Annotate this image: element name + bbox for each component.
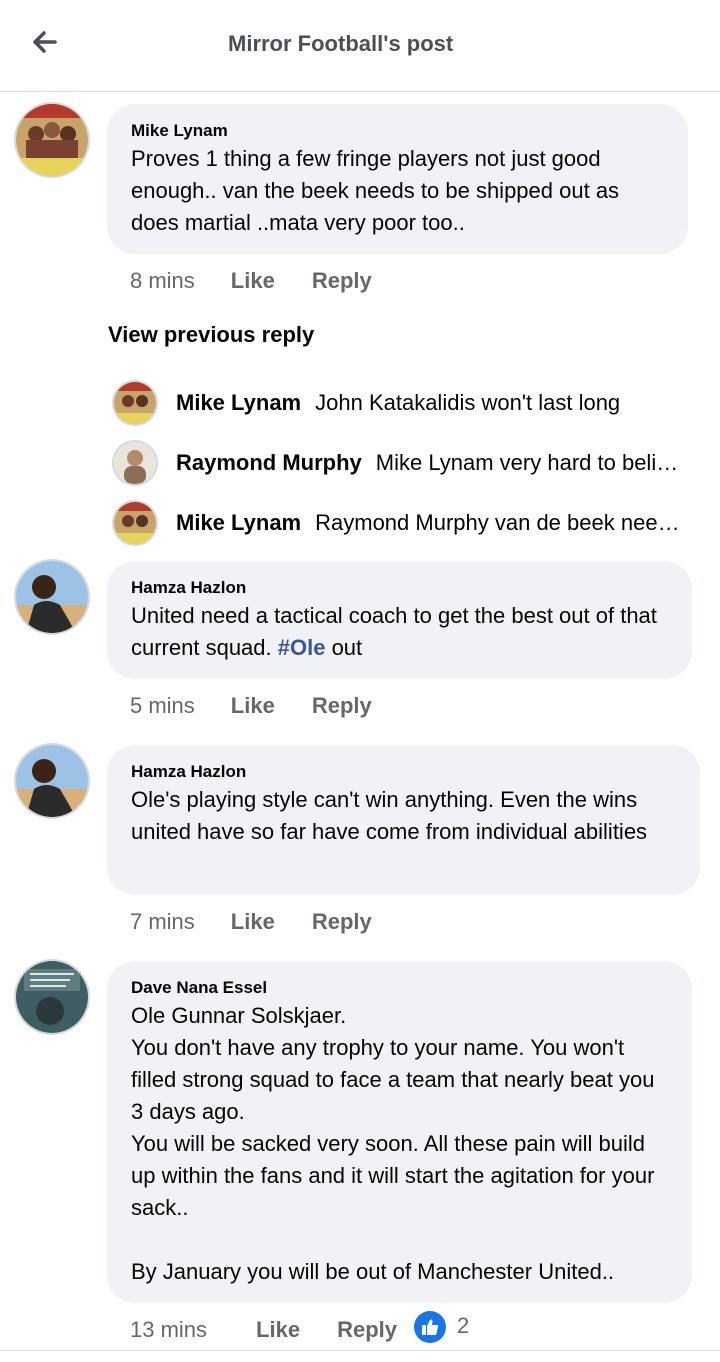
arrow-left-icon bbox=[33, 31, 57, 53]
like-button[interactable]: Like bbox=[231, 909, 275, 935]
avatar[interactable] bbox=[114, 382, 156, 424]
reaction-summary[interactable] bbox=[414, 1311, 446, 1343]
comment-bubble: Hamza Hazlon Ole's playing style can't w… bbox=[107, 745, 700, 895]
reply-item[interactable]: Mike Lynam John Katakalidis won't last l… bbox=[114, 381, 684, 425]
comment-time[interactable]: 13 mins bbox=[130, 1317, 207, 1343]
avatar[interactable] bbox=[114, 442, 156, 484]
reply-text: John Katakalidis won't last long bbox=[315, 390, 621, 415]
view-previous-replies-link[interactable]: View previous reply bbox=[108, 322, 314, 348]
reaction-count[interactable]: 2 bbox=[457, 1313, 469, 1339]
like-button[interactable]: Like bbox=[231, 268, 275, 294]
comment-text-start: United need a tactical coach to get the … bbox=[131, 603, 657, 660]
comment-text: Proves 1 thing a few fringe players not … bbox=[131, 146, 620, 235]
comment-author[interactable]: Mike Lynam bbox=[131, 121, 664, 141]
post-header: Mirror Football's post bbox=[0, 0, 720, 92]
comment-time[interactable]: 7 mins bbox=[130, 909, 195, 935]
reply-item[interactable]: Raymond Murphy Mike Lynam very hard to b… bbox=[114, 441, 684, 485]
comment-time[interactable]: 5 mins bbox=[130, 693, 195, 719]
like-button[interactable]: Like bbox=[256, 1317, 300, 1343]
comment-text: Ole Gunnar Solskjaer. You don't have any… bbox=[131, 1003, 655, 1284]
reply-text: Raymond Murphy van de beek needs time bbox=[315, 510, 684, 535]
thumbs-up-icon bbox=[422, 1319, 439, 1335]
avatar[interactable] bbox=[114, 502, 156, 544]
avatar[interactable] bbox=[16, 745, 88, 817]
reply-text: Mike Lynam very hard to believe bbox=[375, 450, 684, 475]
reply-button[interactable]: Reply bbox=[312, 693, 372, 719]
comment-text: Ole's playing style can't win anything. … bbox=[131, 787, 648, 844]
comment-author[interactable]: Hamza Hazlon bbox=[131, 762, 676, 782]
comment-author[interactable]: Dave Nana Essel bbox=[131, 978, 668, 998]
like-button[interactable]: Like bbox=[231, 693, 275, 719]
back-button[interactable] bbox=[30, 27, 60, 57]
reply-author[interactable]: Raymond Murphy bbox=[176, 450, 362, 476]
comment-bubble: Dave Nana Essel Ole Gunnar Solskjaer. Yo… bbox=[107, 961, 692, 1303]
divider bbox=[0, 1350, 720, 1351]
reply-item[interactable]: Mike Lynam Raymond Murphy van de beek ne… bbox=[114, 501, 684, 545]
reply-button[interactable]: Reply bbox=[312, 909, 372, 935]
comment-actions: 5 mins Like Reply bbox=[130, 691, 372, 721]
avatar[interactable] bbox=[16, 961, 88, 1033]
comment-bubble: Hamza Hazlon United need a tactical coac… bbox=[107, 561, 692, 679]
comment-text: United need a tactical coach to get the … bbox=[131, 600, 668, 664]
comment-actions: 7 mins Like Reply bbox=[130, 907, 372, 937]
comment-author[interactable]: Hamza Hazlon bbox=[131, 578, 668, 598]
hashtag-link[interactable]: #Ole bbox=[278, 635, 326, 660]
reply-author[interactable]: Mike Lynam bbox=[176, 390, 301, 416]
comment-actions: 8 mins Like Reply bbox=[130, 266, 372, 296]
page-title: Mirror Football's post bbox=[228, 31, 454, 56]
reply-author[interactable]: Mike Lynam bbox=[176, 510, 301, 536]
avatar[interactable] bbox=[16, 561, 88, 633]
comment-bubble: Mike Lynam Proves 1 thing a few fringe p… bbox=[107, 104, 688, 254]
comment-text-end: out bbox=[325, 635, 363, 660]
comment-actions: 13 mins Like Reply bbox=[130, 1315, 397, 1345]
comment-time[interactable]: 8 mins bbox=[130, 268, 195, 294]
avatar[interactable] bbox=[16, 104, 88, 176]
reply-button[interactable]: Reply bbox=[337, 1317, 397, 1343]
reply-button[interactable]: Reply bbox=[312, 268, 372, 294]
